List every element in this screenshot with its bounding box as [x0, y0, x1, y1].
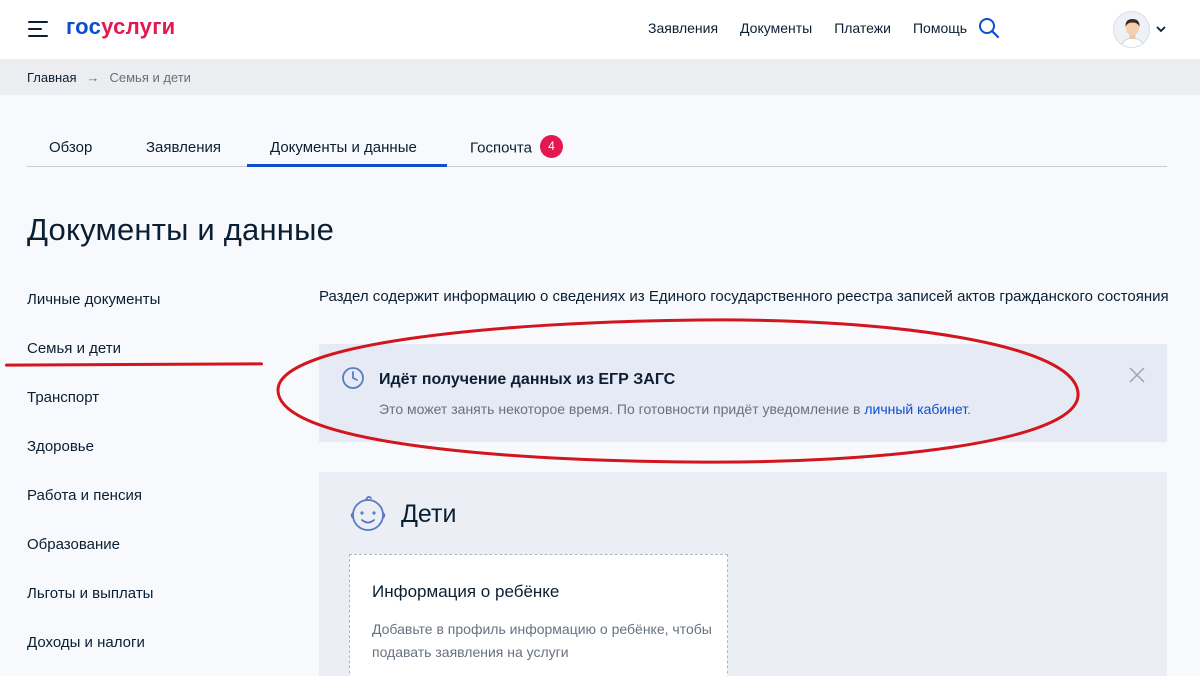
personal-account-link[interactable]: личный кабинет — [864, 401, 967, 417]
site-header: госуслуги Заявления Документы Платежи По… — [0, 0, 1200, 59]
nav-link-documents[interactable]: Документы — [740, 20, 812, 36]
breadcrumb-home[interactable]: Главная — [27, 70, 76, 85]
top-navigation: Заявления Документы Платежи Помощь — [648, 20, 989, 36]
child-info-title: Информация о ребёнке — [372, 582, 560, 601]
loading-notice: Идёт получение данных из ЕГР ЗАГС Это мо… — [319, 344, 1167, 442]
nav-link-payments[interactable]: Платежи — [834, 20, 891, 36]
page-title: Документы и данные — [27, 212, 335, 247]
tab-overview[interactable]: Обзор — [49, 139, 92, 156]
nav-link-help[interactable]: Помощь — [913, 20, 967, 36]
sidebar-item-personal-documents[interactable]: Личные документы — [27, 290, 247, 339]
tab-gospochta-label: Госпочта — [470, 139, 532, 157]
section-tabs: Обзор Заявления Документы и данные Госпо… — [27, 128, 1167, 167]
baby-face-icon — [350, 495, 386, 531]
children-card: Дети Информация о ребёнке Добавьте в про… — [319, 472, 1167, 676]
avatar-icon[interactable] — [1113, 11, 1150, 48]
sidebar-item-income-and-taxes[interactable]: Доходы и налоги — [27, 633, 247, 676]
nav-link-applications[interactable]: Заявления — [648, 20, 718, 36]
close-icon[interactable] — [1128, 366, 1146, 384]
unread-count-badge: 4 — [539, 135, 563, 158]
search-icon[interactable] — [978, 17, 1000, 39]
tab-gospochta[interactable]: Госпочта 4 — [470, 135, 563, 160]
tab-applications[interactable]: Заявления — [146, 139, 221, 156]
notice-title: Идёт получение данных из ЕГР ЗАГС — [379, 371, 676, 388]
add-child-info-card[interactable]: Информация о ребёнке Добавьте в профиль … — [349, 554, 728, 676]
breadcrumb-current: Семья и дети — [109, 69, 191, 85]
sidebar-item-benefits[interactable]: Льготы и выплаты — [27, 584, 247, 633]
child-info-text: Добавьте в профиль информацию о ребёнке,… — [372, 621, 712, 660]
tab-documents-and-data[interactable]: Документы и данные — [247, 139, 447, 167]
sidebar-menu: Личные документы Семья и дети Транспорт … — [27, 290, 247, 676]
notice-text: Это может занять некоторое время. По гот… — [379, 401, 971, 417]
breadcrumb: Главная → Семья и дети — [0, 59, 1200, 95]
gosuslugi-logo[interactable]: госуслуги — [66, 14, 176, 40]
children-card-title: Дети — [401, 500, 457, 528]
clock-icon — [342, 367, 364, 389]
burger-menu-icon[interactable] — [28, 20, 48, 38]
sidebar-item-work-and-pension[interactable]: Работа и пенсия — [27, 486, 247, 535]
sidebar-item-transport[interactable]: Транспорт — [27, 388, 247, 437]
chevron-down-icon[interactable] — [1155, 24, 1167, 34]
breadcrumb-arrow-icon: → — [86, 69, 100, 85]
sidebar-item-education[interactable]: Образование — [27, 535, 247, 584]
sidebar-item-health[interactable]: Здоровье — [27, 437, 247, 486]
section-description: Раздел содержит информацию о сведениях и… — [319, 288, 1169, 305]
